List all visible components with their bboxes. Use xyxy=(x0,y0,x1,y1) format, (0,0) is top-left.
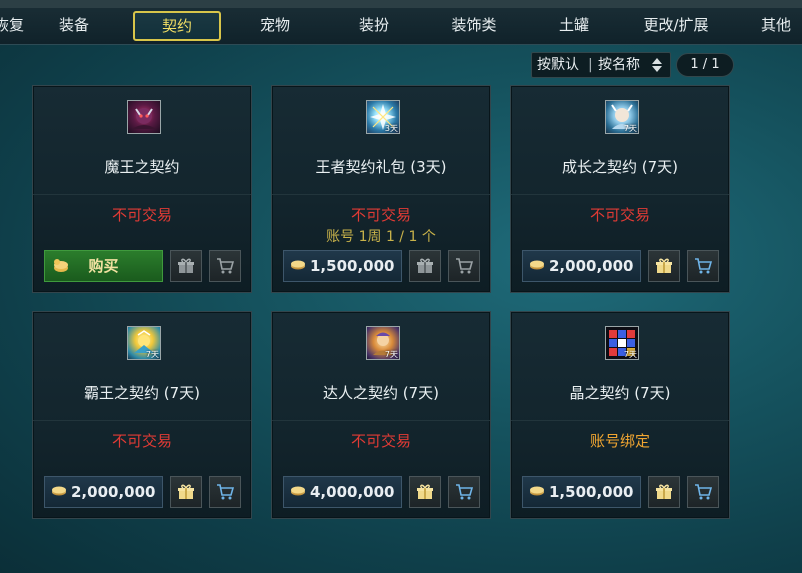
gift-button[interactable] xyxy=(648,250,680,282)
coin-icon xyxy=(530,260,544,270)
trade-status: 账号绑定 xyxy=(589,432,650,450)
item-card[interactable]: 3天 王者契约礼包 (3天) 不可交易 账号 1周 1 / 1 个 1,500,… xyxy=(271,85,491,293)
duration-badge: 7天 xyxy=(623,350,637,359)
item-name: 成长之契约 (7天) xyxy=(561,158,679,176)
price-button[interactable]: 1,500,000 xyxy=(522,476,641,508)
trade-status: 不可交易 xyxy=(111,432,172,450)
card-divider xyxy=(33,194,251,195)
cart-icon xyxy=(695,484,712,500)
gift-icon xyxy=(417,484,433,499)
item-card[interactable]: 魔王之契约 不可交易 购买 xyxy=(32,85,252,293)
coin-stack-icon xyxy=(54,259,68,272)
tab-contract[interactable]: 契约 xyxy=(133,11,221,41)
trade-status: 不可交易 xyxy=(111,206,172,224)
page-indicator: 1 / 1 xyxy=(676,53,734,77)
cart-button[interactable] xyxy=(687,476,719,508)
card-divider xyxy=(511,420,729,421)
coin-icon xyxy=(52,486,66,496)
sort-option-default[interactable]: 按默认 xyxy=(537,53,579,77)
buy-label: 购买 xyxy=(88,257,119,275)
trade-status: 不可交易 xyxy=(350,432,411,450)
sort-dropdown[interactable]: 按默认 | 按名称 xyxy=(531,52,671,78)
price-amount: 2,000,000 xyxy=(549,257,634,275)
card-divider xyxy=(511,194,729,195)
gift-button[interactable] xyxy=(409,476,441,508)
tab-equipment[interactable]: 装备 xyxy=(54,12,94,38)
sort-arrows-icon[interactable] xyxy=(652,56,662,74)
purchase-limit: 账号 1周 1 / 1 个 xyxy=(326,229,436,245)
tab-change-expand[interactable]: 更改/扩展 xyxy=(636,12,716,38)
coin-icon xyxy=(530,486,544,496)
price-amount: 2,000,000 xyxy=(71,483,156,501)
top-edge xyxy=(0,0,802,8)
price-button[interactable]: 4,000,000 xyxy=(283,476,402,508)
trade-status: 不可交易 xyxy=(350,206,411,224)
item-name: 魔王之契约 xyxy=(104,158,180,176)
cart-icon xyxy=(456,258,473,274)
cart-icon xyxy=(217,258,234,274)
cart-button[interactable] xyxy=(209,250,241,282)
duration-badge: 7天 xyxy=(384,350,398,359)
cart-icon xyxy=(456,484,473,500)
card-divider xyxy=(272,420,490,421)
item-name: 晶之契约 (7天) xyxy=(569,384,671,402)
gift-icon xyxy=(656,258,672,273)
buy-button[interactable]: 购买 xyxy=(44,250,163,282)
price-button[interactable]: 2,000,000 xyxy=(522,250,641,282)
cart-button[interactable] xyxy=(209,476,241,508)
price-amount: 1,500,000 xyxy=(549,483,634,501)
cart-button[interactable] xyxy=(448,476,480,508)
gift-icon xyxy=(178,484,194,499)
duration-badge: 7天 xyxy=(623,124,637,133)
sort-separator: | xyxy=(588,57,593,73)
gift-button[interactable] xyxy=(170,476,202,508)
category-tab-bar: 恢复 装备 契约 宠物 装扮 装饰类 土罐 更改/扩展 其他 xyxy=(0,0,802,45)
coin-icon xyxy=(291,260,305,270)
gift-button[interactable] xyxy=(409,250,441,282)
crystal-icon: 7天 xyxy=(605,326,639,360)
item-name: 王者契约礼包 (3天) xyxy=(315,158,447,176)
expert-icon: 7天 xyxy=(366,326,400,360)
card-divider xyxy=(33,420,251,421)
gift-icon xyxy=(656,484,672,499)
demon-king-icon xyxy=(127,100,161,134)
item-card[interactable]: 7天 成长之契约 (7天) 不可交易 2,000,000 xyxy=(510,85,730,293)
price-button[interactable]: 1,500,000 xyxy=(283,250,402,282)
item-card[interactable]: 7天 达人之契约 (7天) 不可交易 4,000,000 xyxy=(271,311,491,519)
cart-button[interactable] xyxy=(687,250,719,282)
duration-badge: 7天 xyxy=(145,350,159,359)
growth-icon: 7天 xyxy=(605,100,639,134)
overlord-icon: 7天 xyxy=(127,326,161,360)
price-button[interactable]: 2,000,000 xyxy=(44,476,163,508)
tab-pet[interactable]: 宠物 xyxy=(255,12,295,38)
price-amount: 1,500,000 xyxy=(310,257,395,275)
cart-button[interactable] xyxy=(448,250,480,282)
gift-icon xyxy=(178,258,194,273)
tab-jar[interactable]: 土罐 xyxy=(554,12,594,38)
gift-icon xyxy=(417,258,433,273)
price-amount: 4,000,000 xyxy=(310,483,395,501)
tab-other[interactable]: 其他 xyxy=(756,12,796,38)
cart-icon xyxy=(695,258,712,274)
item-name: 霸王之契约 (7天) xyxy=(83,384,201,402)
card-divider xyxy=(272,194,490,195)
king-bundle-icon: 3天 xyxy=(366,100,400,134)
tab-restore[interactable]: 恢复 xyxy=(0,12,28,38)
trade-status: 不可交易 xyxy=(589,206,650,224)
item-name: 达人之契约 (7天) xyxy=(322,384,440,402)
sort-option-name[interactable]: 按名称 xyxy=(598,53,640,77)
item-card[interactable]: 7天 霸王之契约 (7天) 不可交易 2,000,000 xyxy=(32,311,252,519)
coin-icon xyxy=(291,486,305,496)
gift-button[interactable] xyxy=(648,476,680,508)
tab-decoration[interactable]: 装饰类 xyxy=(446,12,502,38)
tab-costume[interactable]: 装扮 xyxy=(354,12,394,38)
item-card[interactable]: 7天 晶之契约 (7天) 账号绑定 1,500,000 xyxy=(510,311,730,519)
duration-badge: 3天 xyxy=(384,124,398,133)
cart-icon xyxy=(217,484,234,500)
gift-button[interactable] xyxy=(170,250,202,282)
